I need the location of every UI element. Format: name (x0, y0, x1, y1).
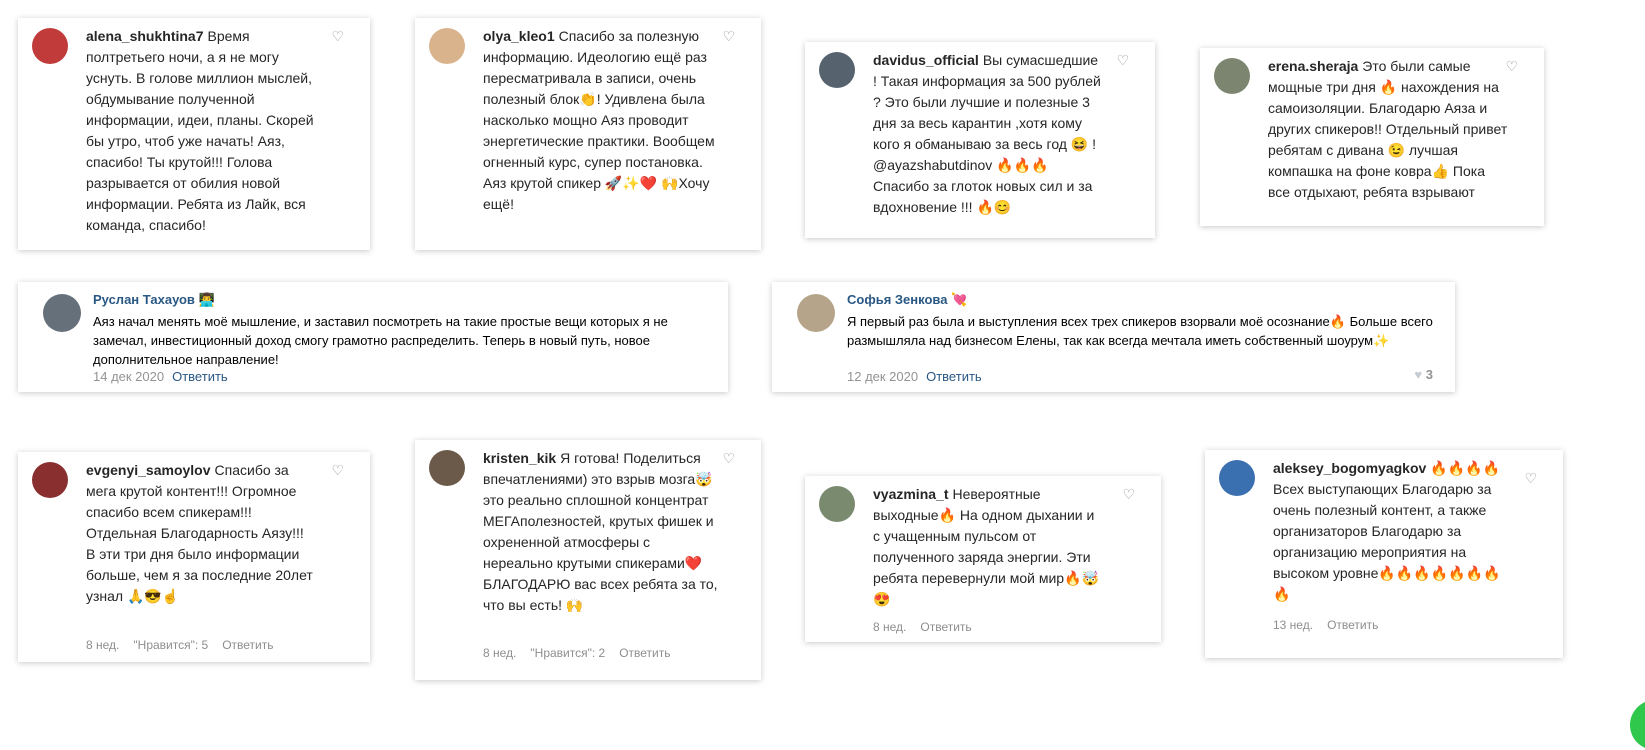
comment-card: kristen_kik Я готова! Поделиться впечатле… (415, 440, 761, 680)
vk-comment-card: Руслан Тахауов 👨‍💻 Аяз начал менять моё … (18, 282, 728, 392)
username-link[interactable]: aleksey_bogomyagkov (1273, 460, 1426, 476)
avatar[interactable] (1219, 460, 1255, 496)
heart-icon[interactable]: ♡ (722, 28, 735, 45)
heart-icon[interactable]: ♡ (1122, 486, 1135, 503)
comment-meta: 8 нед. "Нравится": 5 Ответить (86, 638, 288, 652)
comment-body: Спасибо за мега крутой контент!!! Огромн… (86, 462, 313, 604)
comment-time[interactable]: 8 нед. (873, 620, 906, 634)
comment-time[interactable]: 13 нед. (1273, 618, 1313, 632)
comment-meta: 13 нед. Ответить (1273, 618, 1392, 632)
heart-icon[interactable]: ♡ (1524, 470, 1537, 487)
avatar[interactable] (43, 294, 81, 332)
comment-card: alena_shukhtina7 Время полтретьего ночи, … (18, 18, 370, 250)
comment-text: alena_shukhtina7 Время полтретьего ночи, … (86, 26, 314, 236)
avatar[interactable] (819, 486, 855, 522)
likes-count[interactable]: "Нравится": 5 (133, 638, 208, 652)
comment-text: davidus_official Вы сумасшедшие ! Такая и… (873, 50, 1101, 218)
reply-link[interactable]: Ответить (619, 646, 670, 660)
username-link[interactable]: olya_kleo1 (483, 28, 555, 44)
like-heart-icon: ♥ (1414, 367, 1423, 382)
comment-text: vyazmina_t Невероятные выходные🔥 На одном… (873, 484, 1105, 610)
comment-card: aleksey_bogomyagkov 🔥🔥🔥🔥 Всех выступающих… (1205, 450, 1563, 658)
vk-comment-card: Софья Зенкова 💘 Я первый раз была и выст… (772, 282, 1455, 392)
comment-text: olya_kleo1 Спасибо за полезную информацию… (483, 26, 719, 215)
comment-body: Это были самые мощные три дня 🔥 нахожден… (1268, 58, 1508, 200)
reply-link[interactable]: Ответить (172, 369, 228, 384)
reply-link[interactable]: Ответить (222, 638, 273, 652)
comment-text: aleksey_bogomyagkov 🔥🔥🔥🔥 Всех выступающих… (1273, 458, 1513, 605)
comment-meta: 12 дек 2020 Ответить (847, 369, 982, 384)
comment-time[interactable]: 8 нед. (86, 638, 119, 652)
comment-time[interactable]: 8 нед. (483, 646, 516, 660)
heart-icon[interactable]: ♡ (1505, 58, 1518, 75)
green-circle-decoration (1630, 700, 1645, 750)
comment-body: Спасибо за полезную информацию. Идеологи… (483, 28, 715, 212)
heart-icon[interactable]: ♡ (722, 450, 735, 467)
comment-text: kristen_kik Я готова! Поделиться впечатле… (483, 448, 719, 616)
heart-icon[interactable]: ♡ (331, 462, 344, 479)
avatar[interactable] (429, 28, 465, 64)
heart-icon[interactable]: ♡ (1116, 52, 1129, 69)
avatar[interactable] (429, 450, 465, 486)
comment-body: Я готова! Поделиться впечатлениями) это … (483, 450, 718, 613)
username-link[interactable]: vyazmina_t (873, 486, 948, 502)
reply-link[interactable]: Ответить (926, 369, 982, 384)
comment-card: davidus_official Вы сумасшедшие ! Такая и… (805, 42, 1155, 238)
comment-body: Аяз начал менять моё мышление, и застави… (93, 314, 668, 367)
username-link[interactable]: kristen_kik (483, 450, 556, 466)
comment-meta: 8 нед. Ответить (873, 620, 986, 634)
comment-card: vyazmina_t Невероятные выходные🔥 На одном… (805, 476, 1161, 642)
comment-card: olya_kleo1 Спасибо за полезную информацию… (415, 18, 761, 250)
comment-card: erena.sheraja Это были самые мощные три д… (1200, 48, 1544, 226)
like-count[interactable]: ♥ 3 (1414, 367, 1433, 382)
username-link[interactable]: alena_shukhtina7 (86, 28, 204, 44)
comment-body: Вы сумасшедшие ! Такая информация за 500… (873, 52, 1101, 215)
comment-text: evgenyi_samoylov Спасибо за мега крутой к… (86, 460, 314, 607)
comment-meta: 14 дек 2020 Ответить (93, 369, 228, 384)
comment-body: Я первый раз была и выступления всех тре… (847, 314, 1433, 348)
comment-body: Время полтретьего ночи, а я не могу усну… (86, 28, 314, 233)
like-number: 3 (1425, 367, 1433, 382)
likes-count[interactable]: "Нравится": 2 (530, 646, 605, 660)
author-name[interactable]: Руслан Тахауов 👨‍💻 (93, 292, 215, 308)
comment-body: Невероятные выходные🔥 На одном дыхании и… (873, 486, 1099, 607)
reply-link[interactable]: Ответить (1327, 618, 1378, 632)
comment-text: erena.sheraja Это были самые мощные три д… (1268, 56, 1508, 203)
comment-body: 🔥🔥🔥🔥 Всех выступающих Благодарю за очень… (1273, 460, 1501, 602)
avatar[interactable] (32, 462, 68, 498)
comment-meta: 8 нед. "Нравится": 2 Ответить (483, 646, 685, 660)
username-link[interactable]: erena.sheraja (1268, 58, 1358, 74)
avatar[interactable] (32, 28, 68, 64)
comment-date[interactable]: 14 дек 2020 (93, 369, 164, 384)
avatar[interactable] (819, 52, 855, 88)
comment-card: evgenyi_samoylov Спасибо за мега крутой к… (18, 452, 370, 662)
username-link[interactable]: evgenyi_samoylov (86, 462, 211, 478)
avatar[interactable] (1214, 58, 1250, 94)
author-name[interactable]: Софья Зенкова 💘 (847, 292, 967, 308)
reply-link[interactable]: Ответить (920, 620, 971, 634)
avatar[interactable] (797, 294, 835, 332)
heart-icon[interactable]: ♡ (331, 28, 344, 45)
comment-date[interactable]: 12 дек 2020 (847, 369, 918, 384)
username-link[interactable]: davidus_official (873, 52, 979, 68)
